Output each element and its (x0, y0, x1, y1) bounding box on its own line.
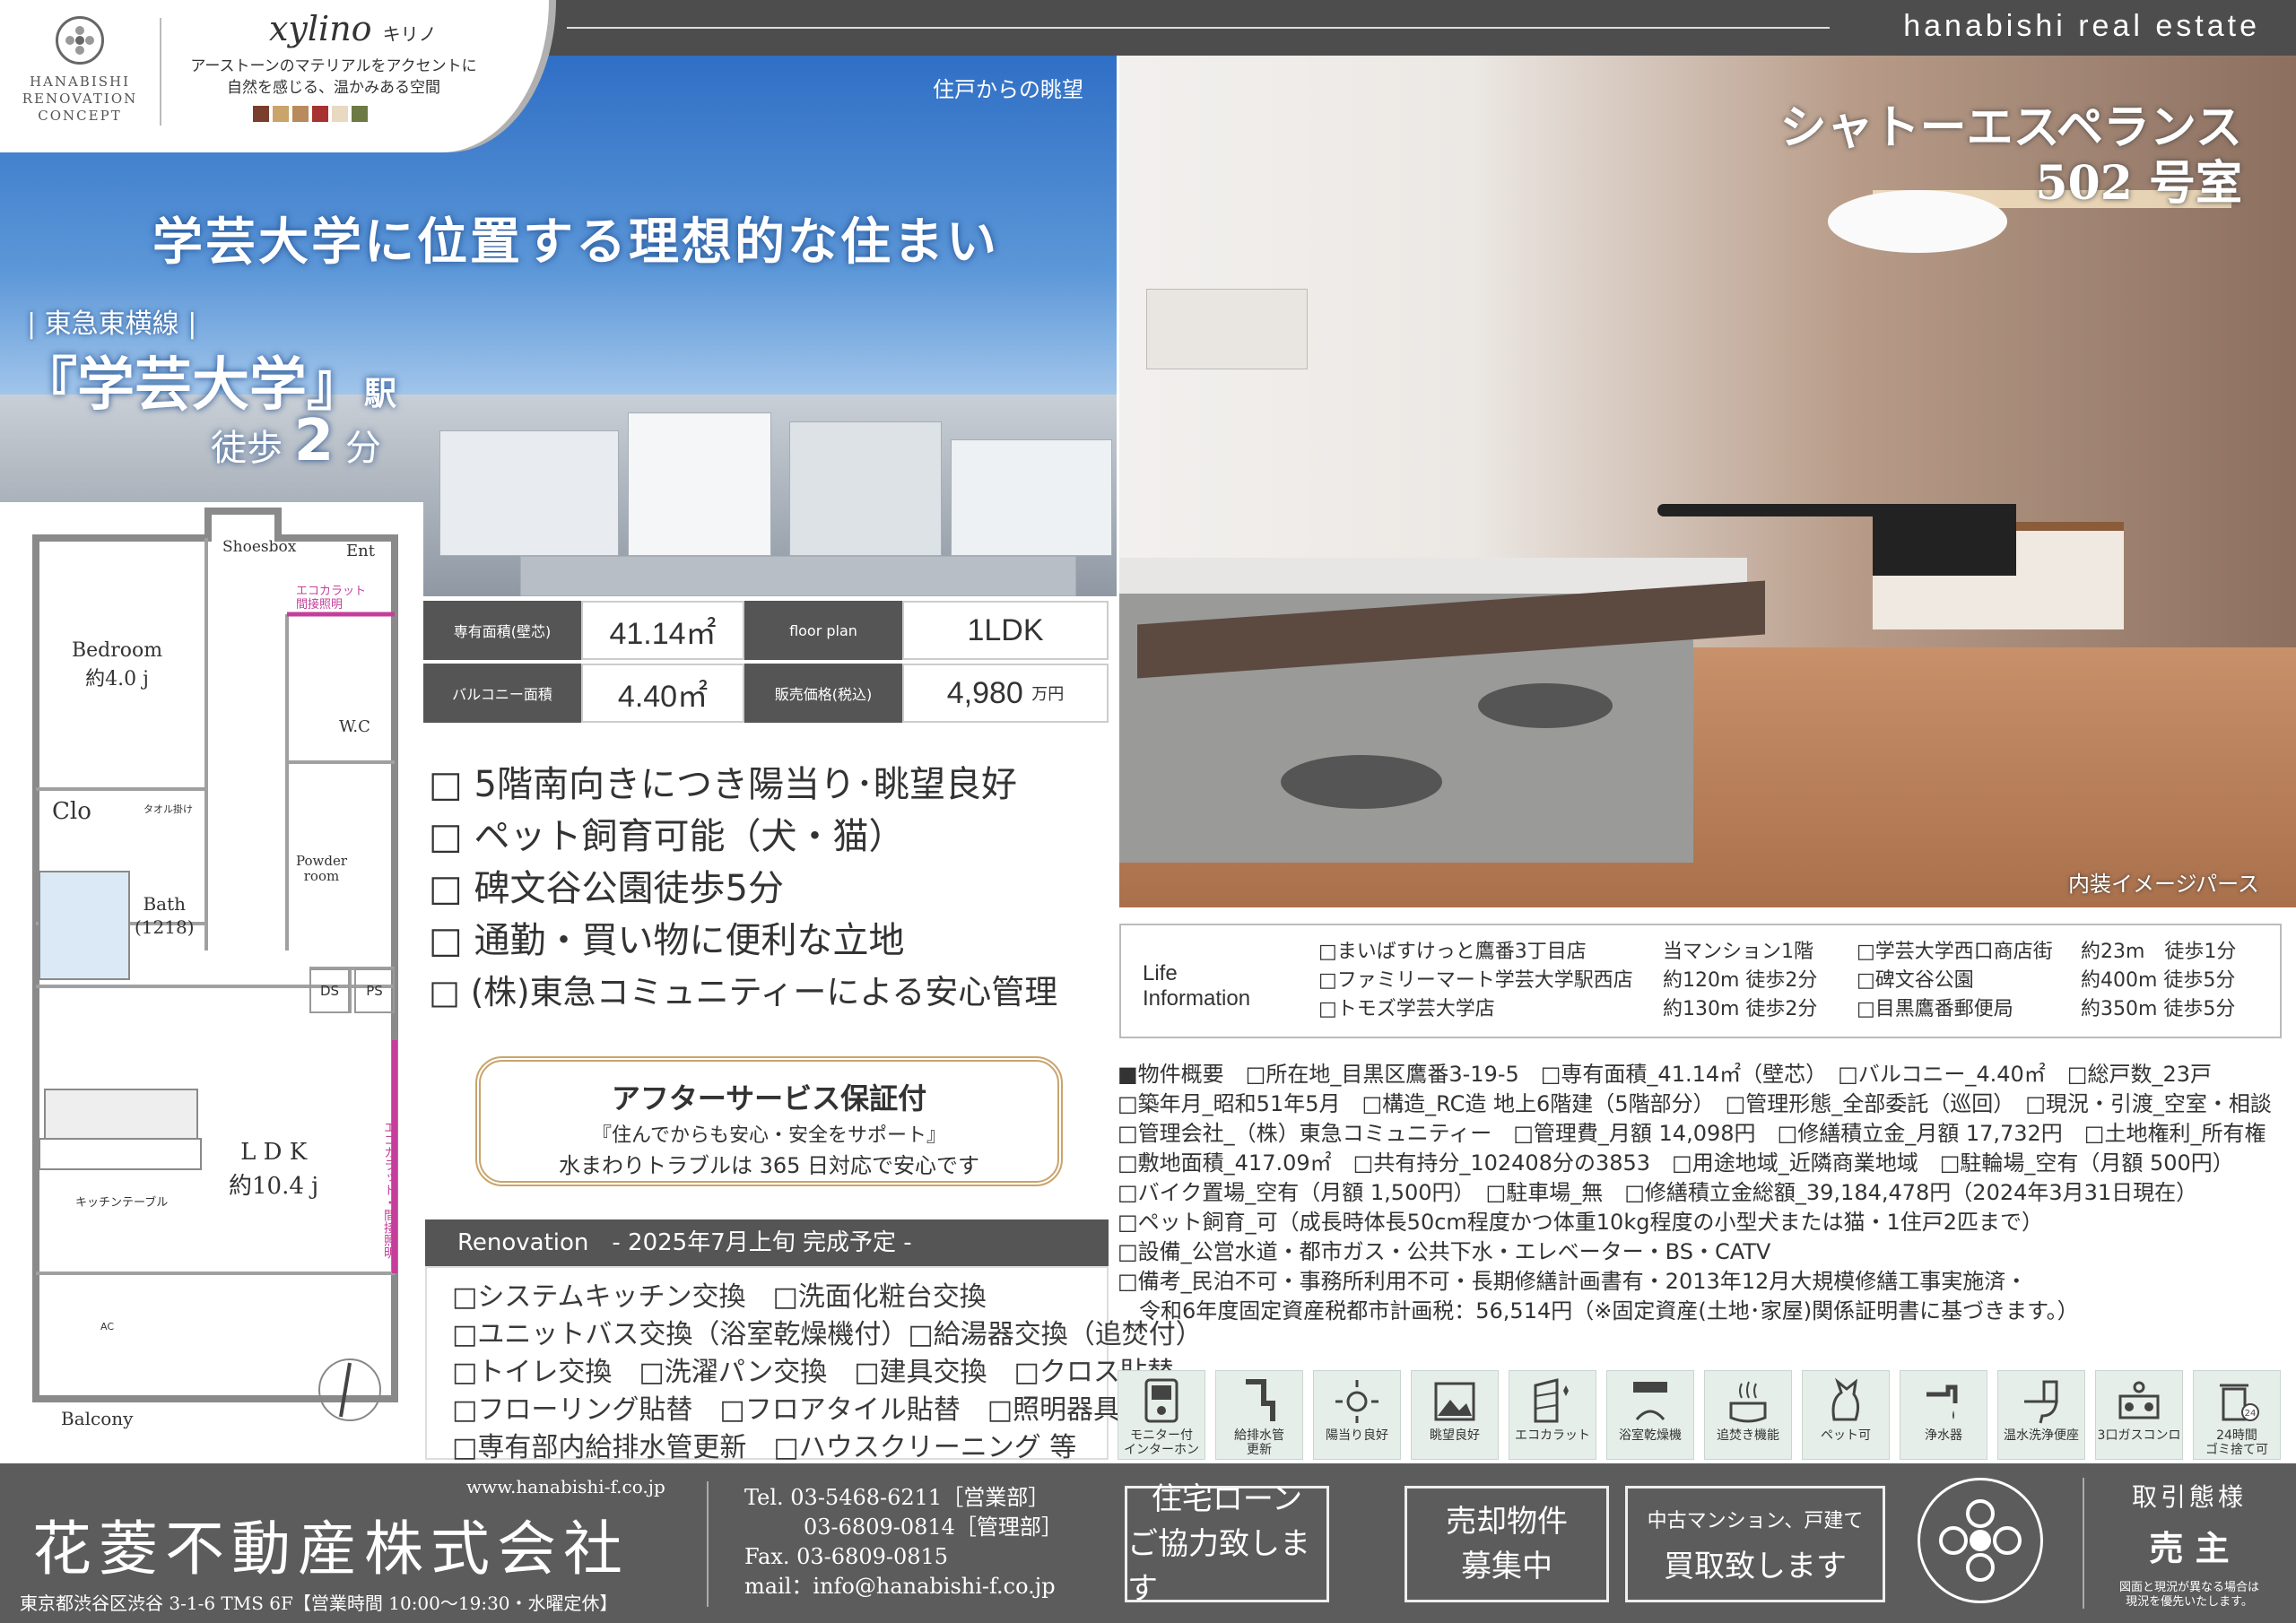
balcony-value: 4.40㎡ (581, 664, 744, 723)
life-info-title: Life Information (1143, 961, 1251, 1011)
area-value: 41.14㎡ (581, 601, 744, 660)
price-value: 4,980 万円 (902, 664, 1109, 723)
ps-label: PS (354, 968, 395, 1013)
ecocarat-icon: エコカラット (1509, 1370, 1596, 1460)
feature-item: □ 碑文谷公園徒歩5分 (429, 868, 784, 909)
pipe-icon: 給排水管 更新 (1215, 1370, 1303, 1460)
life-information: Life Information □まいばすけっと鷹番3丁目店 当マンション1階 □学… (1119, 924, 2282, 1038)
top-divider (567, 27, 1830, 29)
water-purifier-icon: 浄水器 (1900, 1370, 1987, 1460)
renovation-header: Renovation - 2025年7月上旬 完成予定 - (425, 1219, 1109, 1266)
floor-plan: Shoesbox Ent エコカラット 間接照明 Bedroom 約4.0 j W… (0, 502, 423, 1453)
shoesbox-label: Shoesbox (222, 538, 297, 556)
ecocarat-note: エコカラット 間接照明 (296, 585, 367, 612)
company-address: 東京都渋谷区渋谷 3-1-6 TMS 6F【営業時間 10:00～19:30・水… (20, 1593, 618, 1614)
ac-label: AC (100, 1321, 115, 1332)
life-info-table: □まいばすけっと鷹番3丁目店 当マンション1階 □学芸大学西口商店街 約23m 徒歩1… (1318, 941, 2237, 1020)
renovation-list: □システムキッチン交換 □洗面化粧台交換 □ユニットバス交換（浴室乾燥機付）□給… (425, 1266, 1203, 1463)
washlet-icon: 温水洗浄便座 (1997, 1370, 2085, 1460)
transaction-type: 取引態様 売 主 図面と現況が異なる場合は 現況を優先いたします。 (2118, 1482, 2259, 1609)
clo-label: Clo (52, 798, 91, 825)
after-service-badge: アフターサービス保証付 『住んでからも安心・安全をサポート』 水まわりトラブルは… (475, 1056, 1063, 1186)
view-label: 住戸からの眺望 (933, 77, 1083, 102)
concept-panel: HANABISHI RENOVATION CONCEPT xylino キリノ … (0, 0, 549, 152)
website-url[interactable]: www.hanabishi-f.co.jp (466, 1476, 665, 1497)
bath-dryer-icon: 浴室乾燥機 (1606, 1370, 1694, 1460)
plan-value: 1LDK (902, 601, 1109, 660)
view-icon: 眺望良好 (1411, 1370, 1499, 1460)
hanabishi-crest-icon (1918, 1478, 2043, 1603)
company-name: 花菱不動産株式会社 (32, 1515, 630, 1584)
property-overview: ■物件概要 □所在地_目黒区鷹番3-19-5 □専有面積_41.14㎡（壁芯） … (1118, 1062, 2272, 1324)
top-bar: hanabishi real estate (549, 0, 2296, 56)
wc-label: W.C (339, 717, 370, 736)
ecocarat-note-2: エコカラット・間接照明 (382, 1121, 396, 1259)
property-name: シャトーエスペランス 502 号室 (1779, 100, 2242, 211)
reheat-icon: 追焚き機能 (1704, 1370, 1792, 1460)
selling-property-box: 売却物件 募集中 (1405, 1486, 1609, 1602)
intercom-icon: モニター付 インターホン (1118, 1370, 1205, 1460)
hanabishi-logo-icon (56, 16, 104, 65)
headline: 学芸大学に位置する理想的な住まい (152, 213, 999, 272)
ent-label: Ent (346, 542, 375, 560)
line-label: | 東急東横線 | (27, 308, 197, 340)
brand-name: xylino キリノ (269, 9, 437, 48)
gas-stove-icon: 3口ガスコンロ (2095, 1370, 2183, 1460)
company-en: hanabishi real estate (1903, 9, 2260, 43)
feature-item: □ 5階南向きにつき陽当り･眺望良好 (429, 764, 1017, 805)
ldk-label: L D K 約10.4 j (229, 1139, 319, 1200)
perse-label: 内装イメージパース (2068, 872, 2259, 897)
feature-item: □ 通勤・買い物に便利な立地 (429, 920, 905, 961)
sun-icon: 陽当り良好 (1313, 1370, 1401, 1460)
concept-tagline: アーストーンのマテリアルをアクセントに 自然を感じる、温かみある空間 (190, 57, 477, 97)
housing-loan-box: 住宅ローン ご協力致します (1125, 1481, 1329, 1607)
bath-label: Bath (1218) (135, 893, 195, 938)
balcony-label: Balcony (61, 1408, 134, 1429)
color-swatches (253, 106, 368, 122)
feature-item: □ (株)東急コミュニティーによる安心管理 (429, 973, 1058, 1011)
spec-table: 専有面積(壁芯) 41.14㎡ floor plan 1LDK バルコニー面積 … (423, 601, 1109, 725)
walk-time: 徒歩 2 分 (211, 408, 381, 474)
feature-list: □ 5階南向きにつき陽当り･眺望良好 □ ペット飼育可能（犬・猫） □ 碑文谷公… (429, 759, 1119, 1019)
trash-icon: 24 24時間 ゴミ捨て可 (2193, 1370, 2281, 1460)
contact-info: Tel. 03-5468-6211［営業部］ 03-6809-0814［管理部］… (744, 1485, 1063, 1599)
ds-label: DS (309, 968, 350, 1013)
feature-item: □ ペット飼育可能（犬・猫） (429, 816, 905, 857)
logo-text: HANABISHI RENOVATION CONCEPT (22, 74, 138, 124)
kitchen-table-label: キッチンテーブル (75, 1196, 169, 1210)
bedroom-label: Bedroom 約4.0 j (72, 639, 163, 690)
purchase-box: 中古マンション、戸建て 買取致します (1625, 1486, 1885, 1602)
svg-text:24: 24 (2245, 1409, 2257, 1419)
footer: www.hanabishi-f.co.jp 花菱不動産株式会社 東京都渋谷区渋谷… (0, 1463, 2296, 1623)
pet-icon: ペット可 (1802, 1370, 1890, 1460)
powder-room-label: Powder room (296, 853, 348, 884)
towel-label: タオル掛け (144, 803, 193, 815)
